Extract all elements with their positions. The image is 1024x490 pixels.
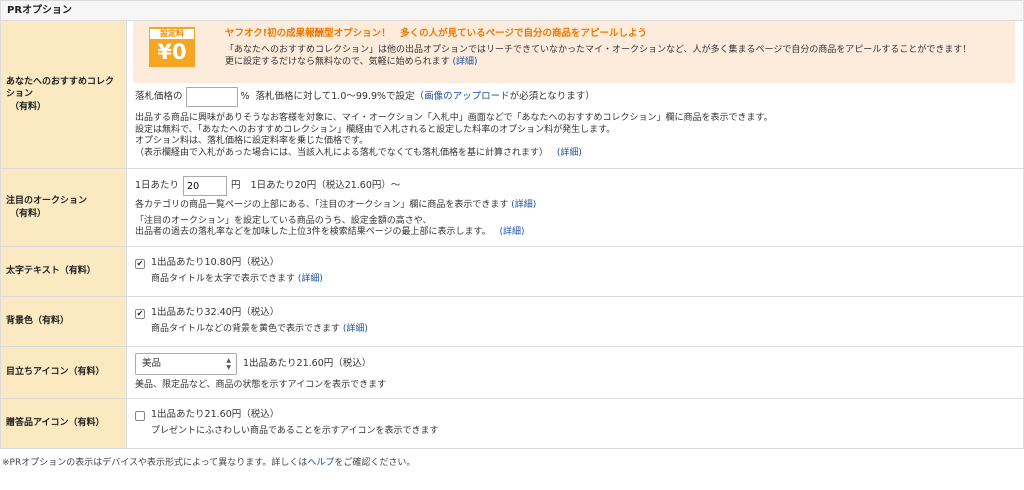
gift-price: 1出品あたり21.60円（税込） — [151, 409, 280, 421]
footer-text: ※PRオプションの表示はデバイスや表示形式によって異なります。詳しくは — [2, 458, 308, 468]
gift-checkbox[interactable] — [135, 410, 145, 421]
price-note: 1日あたり20円（税込21.60円）～ — [250, 179, 401, 191]
rate-unit: % — [240, 90, 250, 102]
row-featured-auction: 注目のオークション （有料） 1日あたり 円 1日あたり20円（税込21.60円… — [0, 168, 1024, 247]
bgcolor-desc: 商品タイトルなどの背景を黄色で表示できます — [151, 324, 341, 335]
featured-desc-3: 出品者の過去の落札率などを加味した上位3件を検索結果ページの最上部に表示します。 — [135, 227, 491, 238]
desc-line: 出品する商品に興味がありそうなお客様を対象に、マイ・オークション「入札中」画面な… — [135, 113, 773, 123]
badge-value: ¥0 — [157, 40, 187, 64]
per-day-unit: 円 — [231, 179, 241, 191]
label-text: 注目のオークション — [6, 196, 88, 207]
badge-label: 設定料 — [150, 29, 194, 39]
collection-detail-link[interactable]: (詳細) — [557, 148, 582, 158]
label-highlight-icon: 目立ちアイコン（有料） — [0, 346, 127, 399]
bold-detail-link[interactable]: (詳細) — [298, 274, 323, 284]
row-background-color: 背景色（有料） ✔ 1出品あたり32.40円（税込） 商品タイトルなどの背景を黄… — [0, 296, 1024, 347]
help-link[interactable]: ヘルプ — [307, 458, 334, 468]
bgcolor-checkbox[interactable]: ✔ — [135, 308, 145, 319]
image-upload-link[interactable]: 画像のアップロード — [424, 91, 510, 104]
highlight-icon-select[interactable]: 美品 ▲ ▼ — [135, 353, 237, 376]
promo-title: ヤフオク!初の成果報酬型オプション！ 多くの人が見ているページで自分の商品をアピ… — [225, 28, 647, 39]
label-background-color: 背景色（有料） — [0, 296, 127, 347]
desc-line: 設定は無料で、「あなたへのおすすめコレクション」欄経由で入札されると設定した料率… — [135, 124, 616, 135]
promo-banner: 設定料 ¥0 ヤフオク!初の成果報酬型オプション！ 多くの人が見ているページで自… — [133, 21, 1015, 83]
promo-text: 「あなたへのおすすめコレクション」は他の出品オプションではリーチできていなかった… — [225, 44, 972, 55]
label-paid: （有料） — [10, 101, 47, 112]
desc-line: （表示欄経由で入札があった場合には、当該入札による落札でなくても落札価格を基に計… — [135, 147, 549, 158]
desc-line: オプション料は、落札価格に設定料率を乗じた価格です。 — [135, 136, 369, 146]
rate-note-end: が必須となります） — [509, 90, 595, 102]
label-gift-icon: 贈答品アイコン（有料） — [0, 398, 127, 449]
collection-description: 出品する商品に興味がありそうなお客様を対象に、マイ・オークション「入札中」画面な… — [135, 113, 1015, 159]
bgcolor-detail-link[interactable]: (詳細) — [343, 324, 368, 334]
featured-detail-link[interactable]: (詳細) — [511, 200, 536, 210]
featured-desc: 各カテゴリの商品一覧ページの上部にある、「注目のオークション」欄に商品を表示でき… — [135, 200, 509, 211]
featured-detail-link-2[interactable]: (詳細) — [500, 227, 525, 237]
bold-checkbox[interactable]: ✔ — [135, 258, 145, 269]
select-arrows-icon: ▲ ▼ — [226, 357, 231, 372]
bgcolor-price: 1出品あたり32.40円（税込） — [151, 307, 280, 319]
per-day-input[interactable] — [183, 176, 228, 197]
featured-desc-2: 「注目のオークション」を設定している商品のうち、設定金額の高さや、 — [135, 215, 432, 226]
label-recommended-collection: あなたへのおすすめコレクション （有料） — [0, 20, 127, 169]
row-bold-text: 太字テキスト（有料） ✔ 1出品あたり10.80円（税込） 商品タイトルを太字で… — [0, 246, 1024, 297]
label-text: あなたへのおすすめコレクション — [6, 77, 115, 100]
row-highlight-icon: 目立ちアイコン（有料） 美品 ▲ ▼ 1出品あたり21.60円（税込） 美品、限定… — [0, 346, 1024, 399]
icon-price: 1出品あたり21.60円（税込） — [243, 357, 372, 369]
label-featured-auction: 注目のオークション （有料） — [0, 168, 127, 247]
footer-text-end: をご確認ください。 — [334, 458, 416, 468]
promo-text-2: 更に設定するだけなら無料なので、気軽に始められます — [225, 56, 450, 67]
icon-desc: 美品、限定品など、商品の状態を示すアイコンを表示できます — [135, 380, 387, 391]
per-day-label: 1日あたり — [135, 179, 180, 191]
select-value: 美品 — [142, 358, 162, 370]
rate-note: 落札価格に対して1.0～99.9%で設定（ — [255, 90, 425, 102]
label-bold-text: 太字テキスト（有料） — [0, 246, 127, 297]
bold-desc: 商品タイトルを太字で表示できます — [151, 274, 296, 285]
setup-fee-badge: 設定料 ¥0 — [149, 27, 195, 67]
pr-options-table: あなたへのおすすめコレクション （有料） 設定料 ¥0 ヤフオク!初の成果報酬型… — [0, 20, 1024, 449]
rate-input[interactable] — [185, 87, 238, 107]
bold-price: 1出品あたり10.80円（税込） — [151, 257, 280, 269]
footer-note: ※PRオプションの表示はデバイスや表示形式によって異なります。詳しくはヘルプをご… — [0, 449, 1024, 477]
row-gift-icon: 贈答品アイコン（有料） 1出品あたり21.60円（税込） プレゼントにふさわしい… — [0, 398, 1024, 449]
section-title: PRオプション — [0, 0, 1024, 20]
promo-detail-link[interactable]: (詳細) — [453, 57, 478, 67]
row-recommended-collection: あなたへのおすすめコレクション （有料） 設定料 ¥0 ヤフオク!初の成果報酬型… — [0, 20, 1024, 169]
rate-label: 落札価格の — [135, 90, 183, 102]
gift-desc: プレゼントにふさわしい商品であることを示すアイコンを表示できます — [151, 426, 439, 437]
label-paid: （有料） — [10, 208, 47, 219]
